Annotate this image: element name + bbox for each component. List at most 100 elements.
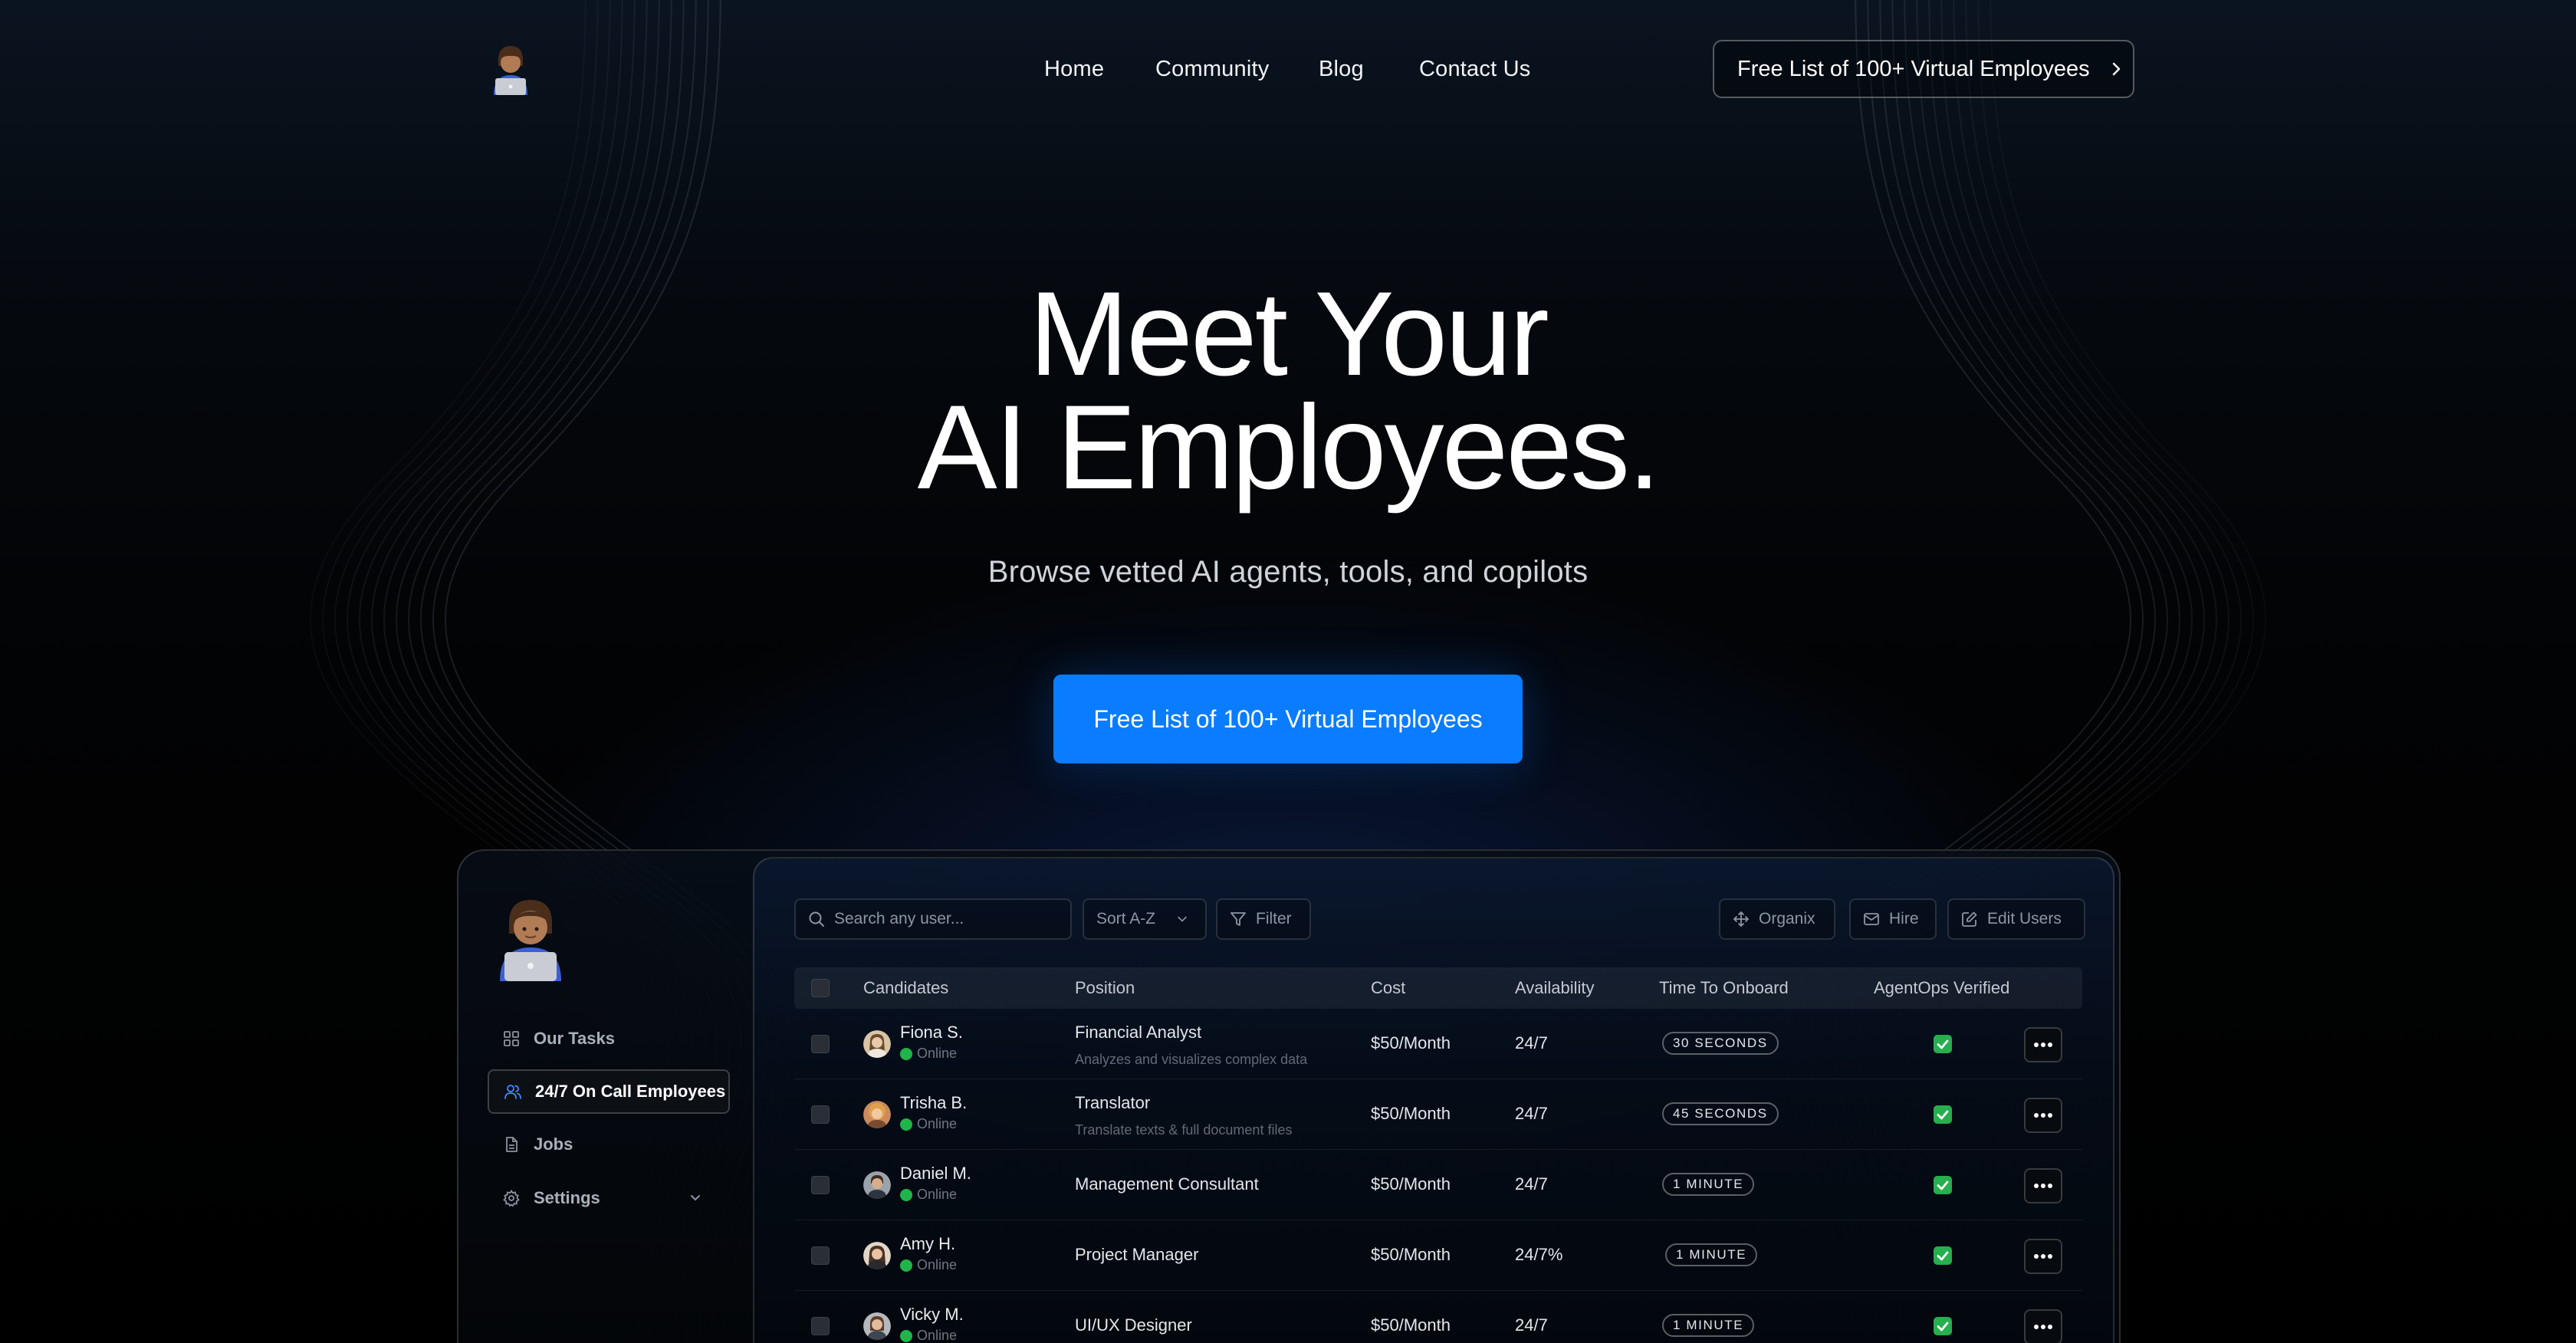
hero-title-line2: AI Employees. bbox=[917, 381, 1661, 514]
availability: 24/7% bbox=[1515, 1245, 1563, 1264]
hero-cta-button[interactable]: Free List of 100+ Virtual Employees bbox=[1053, 675, 1523, 763]
table-row[interactable]: Vicky M. Online UI/UX Designer $50/Month… bbox=[794, 1291, 2082, 1343]
sidebar-item-label: Settings bbox=[534, 1188, 600, 1207]
position-title: Financial Analyst bbox=[1075, 1023, 1202, 1042]
column-header-position[interactable]: Position bbox=[1075, 967, 1135, 1009]
online-dot-icon bbox=[900, 1329, 912, 1342]
sidebar-item-on-call-employees[interactable]: 24/7 On Call Employees bbox=[488, 1069, 730, 1114]
row-checkbox[interactable] bbox=[811, 1246, 830, 1265]
table-row[interactable]: Amy H. Online Project Manager $50/Month … bbox=[794, 1220, 2082, 1291]
row-checkbox[interactable] bbox=[811, 1176, 830, 1194]
column-header-cost[interactable]: Cost bbox=[1371, 967, 1405, 1009]
cost: $50/Month bbox=[1371, 1033, 1451, 1052]
chevron-down-icon bbox=[1178, 916, 1187, 922]
availability: 24/7 bbox=[1515, 1315, 1548, 1335]
candidate-name[interactable]: Amy H. bbox=[900, 1234, 955, 1254]
more-actions-button[interactable] bbox=[2024, 1098, 2062, 1133]
status-label: Online bbox=[917, 1046, 958, 1061]
nav-link-community[interactable]: Community bbox=[1155, 52, 1269, 86]
onboard-time-badge: 45 SECONDS bbox=[1662, 1102, 1779, 1125]
table-header: Candidates Position Cost Availability Ti… bbox=[794, 967, 2082, 1009]
online-status: Online bbox=[900, 1046, 957, 1062]
cost: $50/Month bbox=[1371, 1104, 1451, 1123]
cost: $50/Month bbox=[1371, 1174, 1451, 1194]
more-horizontal-icon bbox=[2034, 1113, 2052, 1118]
online-status: Online bbox=[900, 1116, 957, 1132]
organix-button[interactable]: Organix bbox=[1719, 898, 1835, 940]
more-horizontal-icon bbox=[2034, 1184, 2052, 1188]
sort-label: Sort A-Z bbox=[1096, 910, 1156, 928]
edit-icon bbox=[1962, 911, 1977, 927]
search-input[interactable]: Search any user... bbox=[794, 898, 1072, 940]
position-description: Analyzes and visualizes complex data bbox=[1075, 1052, 1308, 1067]
position-title: Management Consultant bbox=[1075, 1174, 1259, 1194]
verified-check-icon bbox=[1934, 1035, 1952, 1053]
table-row[interactable]: Fiona S. Online Financial Analyst Analyz… bbox=[794, 1009, 2082, 1079]
more-actions-button[interactable] bbox=[2024, 1168, 2062, 1203]
row-checkbox[interactable] bbox=[811, 1317, 830, 1335]
users-icon bbox=[504, 1085, 521, 1099]
more-horizontal-icon bbox=[2034, 1325, 2052, 1329]
online-dot-icon bbox=[900, 1047, 912, 1060]
verified-check-icon bbox=[1934, 1246, 1952, 1265]
more-horizontal-icon bbox=[2034, 1254, 2052, 1259]
onboard-time-badge: 30 SECONDS bbox=[1662, 1032, 1779, 1055]
row-checkbox[interactable] bbox=[811, 1105, 830, 1124]
edit-users-button[interactable]: Edit Users bbox=[1947, 898, 2085, 940]
sidebar-item-label: 24/7 On Call Employees bbox=[535, 1082, 726, 1101]
more-horizontal-icon bbox=[2034, 1043, 2052, 1047]
filter-label: Filter bbox=[1256, 910, 1292, 928]
candidate-name[interactable]: Fiona S. bbox=[900, 1023, 963, 1043]
more-actions-button[interactable] bbox=[2024, 1027, 2062, 1062]
online-dot-icon bbox=[900, 1188, 912, 1201]
verified-check-icon bbox=[1934, 1176, 1952, 1194]
nav-cta-label: Free List of 100+ Virtual Employees bbox=[1737, 56, 2090, 81]
position-description: Translate texts & full document files bbox=[1075, 1122, 1293, 1138]
row-checkbox[interactable] bbox=[811, 1035, 830, 1053]
sidebar-item-label: Our Tasks bbox=[534, 1029, 615, 1048]
nav-cta-button[interactable]: Free List of 100+ Virtual Employees bbox=[1713, 40, 2134, 98]
edit-users-label: Edit Users bbox=[1987, 910, 2062, 928]
verified-check-icon bbox=[1934, 1105, 1952, 1124]
hire-label: Hire bbox=[1889, 910, 1919, 928]
candidate-name[interactable]: Trisha B. bbox=[900, 1093, 967, 1113]
avatar bbox=[863, 1312, 891, 1340]
chevron-down-icon[interactable] bbox=[688, 1190, 702, 1204]
table-row[interactable]: Trisha B. Online Translator Translate te… bbox=[794, 1079, 2082, 1150]
more-actions-button[interactable] bbox=[2024, 1309, 2062, 1343]
mail-icon bbox=[1864, 913, 1879, 925]
avatar bbox=[863, 1101, 891, 1128]
candidate-name[interactable]: Vicky M. bbox=[900, 1305, 964, 1325]
onboard-time-badge: 1 MINUTE bbox=[1662, 1173, 1755, 1196]
nav-link-home[interactable]: Home bbox=[1044, 52, 1104, 86]
sidebar-item-our-tasks[interactable]: Our Tasks bbox=[488, 1016, 730, 1061]
status-label: Online bbox=[917, 1116, 958, 1131]
chevron-right-icon bbox=[2112, 62, 2120, 76]
hire-button[interactable]: Hire bbox=[1849, 898, 1937, 940]
column-header-candidates[interactable]: Candidates bbox=[863, 967, 948, 1009]
select-all-checkbox[interactable] bbox=[811, 979, 830, 997]
more-actions-button[interactable] bbox=[2024, 1239, 2062, 1274]
candidate-name[interactable]: Daniel M. bbox=[900, 1164, 971, 1184]
nav-link-blog[interactable]: Blog bbox=[1319, 52, 1364, 86]
table-row[interactable]: Daniel M. Online Management Consultant $… bbox=[794, 1150, 2082, 1220]
page: Home Community Blog Contact Us Free List… bbox=[0, 0, 2576, 1343]
column-header-agentops-verified[interactable]: AgentOps Verified bbox=[1874, 967, 2009, 1009]
position-title: Project Manager bbox=[1075, 1245, 1199, 1264]
online-dot-icon bbox=[900, 1259, 912, 1272]
online-status: Online bbox=[900, 1187, 957, 1203]
sort-dropdown[interactable]: Sort A-Z bbox=[1083, 898, 1207, 940]
hero-cta-label: Free List of 100+ Virtual Employees bbox=[1093, 704, 1483, 733]
column-header-time-to-onboard[interactable]: Time To Onboard bbox=[1659, 967, 1789, 1009]
status-label: Online bbox=[917, 1257, 958, 1272]
column-header-availability[interactable]: Availability bbox=[1515, 967, 1595, 1009]
verified-check-icon bbox=[1934, 1317, 1952, 1335]
hero-title: Meet Your AI Employees. bbox=[0, 274, 2576, 507]
sidebar-item-settings[interactable]: Settings bbox=[488, 1176, 730, 1220]
organix-label: Organix bbox=[1759, 910, 1815, 928]
sidebar-item-jobs[interactable]: Jobs bbox=[488, 1122, 730, 1167]
online-status: Online bbox=[900, 1328, 957, 1343]
filter-button[interactable]: Filter bbox=[1216, 898, 1311, 940]
online-dot-icon bbox=[900, 1118, 912, 1131]
nav-link-contact-us[interactable]: Contact Us bbox=[1419, 52, 1530, 86]
